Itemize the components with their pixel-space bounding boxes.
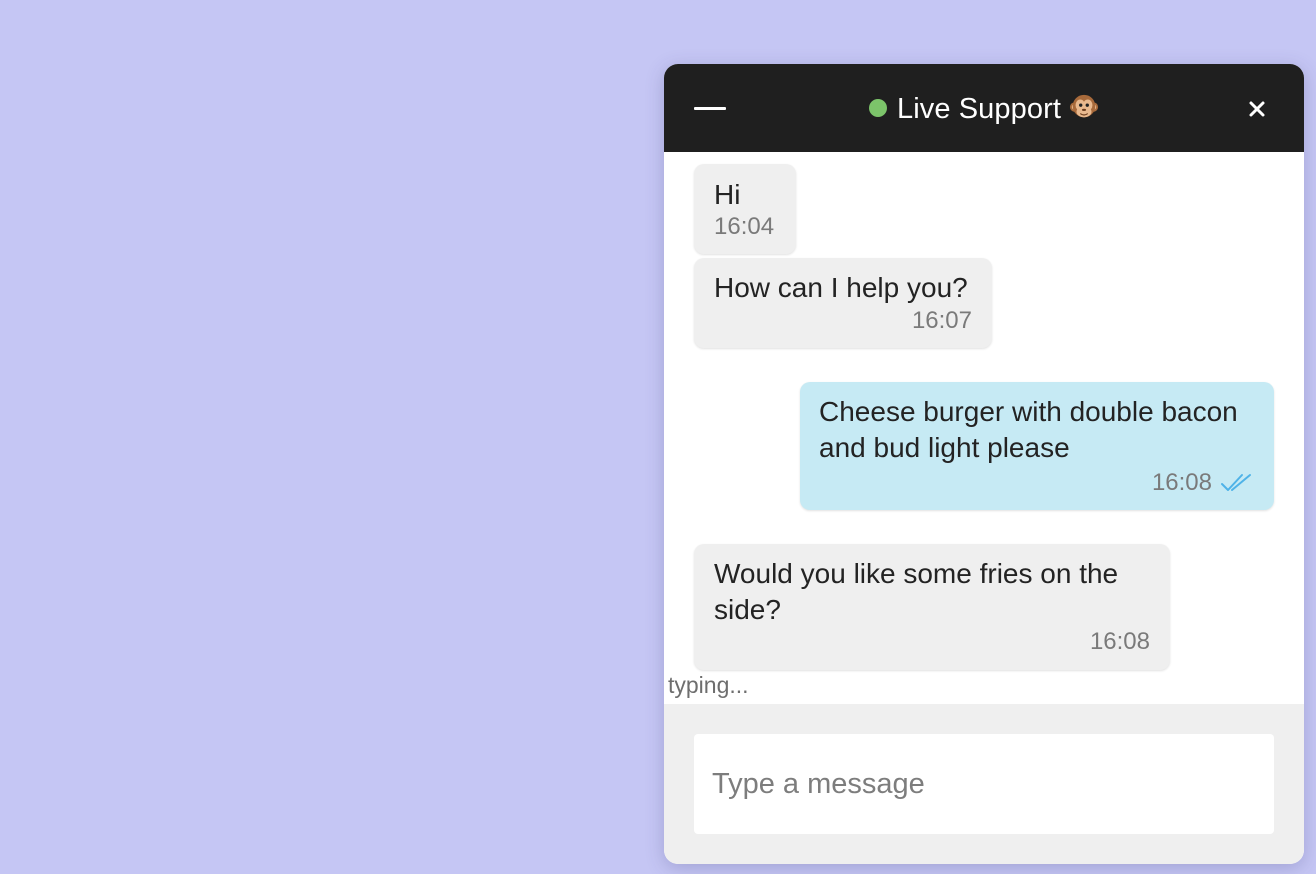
message-time: 16:04: [714, 213, 775, 240]
message-text: How can I help you?: [714, 272, 968, 303]
message-text: Hi: [714, 179, 741, 210]
close-icon[interactable]: [1244, 96, 1270, 122]
message-bubble-user: Cheese burger with double bacon and bud …: [800, 382, 1274, 510]
online-status-dot: [868, 99, 887, 118]
page-title: Live Support: [896, 93, 1062, 125]
message-time: 16:08: [1089, 628, 1150, 655]
message-time: 16:07: [911, 307, 972, 334]
message-time: 16:08: [1151, 469, 1212, 496]
chat-header: Live Support: [664, 64, 1304, 152]
message-input[interactable]: [694, 734, 1274, 834]
composer: [664, 704, 1304, 864]
message-list[interactable]: Hi 16:04 How can I help you? 16:07 Chees…: [664, 152, 1304, 704]
message-text: Cheese burger with double bacon and bud …: [819, 396, 1238, 463]
message-bubble-agent: How can I help you? 16:07: [694, 258, 992, 348]
message-text: Would you like some fries on the side?: [714, 558, 1119, 625]
message-bubble-agent: Hi 16:04: [694, 164, 796, 254]
chat-widget: Live Support Hi 16:04 How can I help you…: [664, 64, 1304, 864]
typing-indicator: typing...: [668, 672, 749, 698]
header-title-group: Live Support: [664, 92, 1304, 126]
monkey-face-icon: [1069, 95, 1099, 118]
double-check-icon: [1221, 474, 1251, 491]
message-bubble-agent: Would you like some fries on the side? 1…: [694, 544, 1170, 670]
